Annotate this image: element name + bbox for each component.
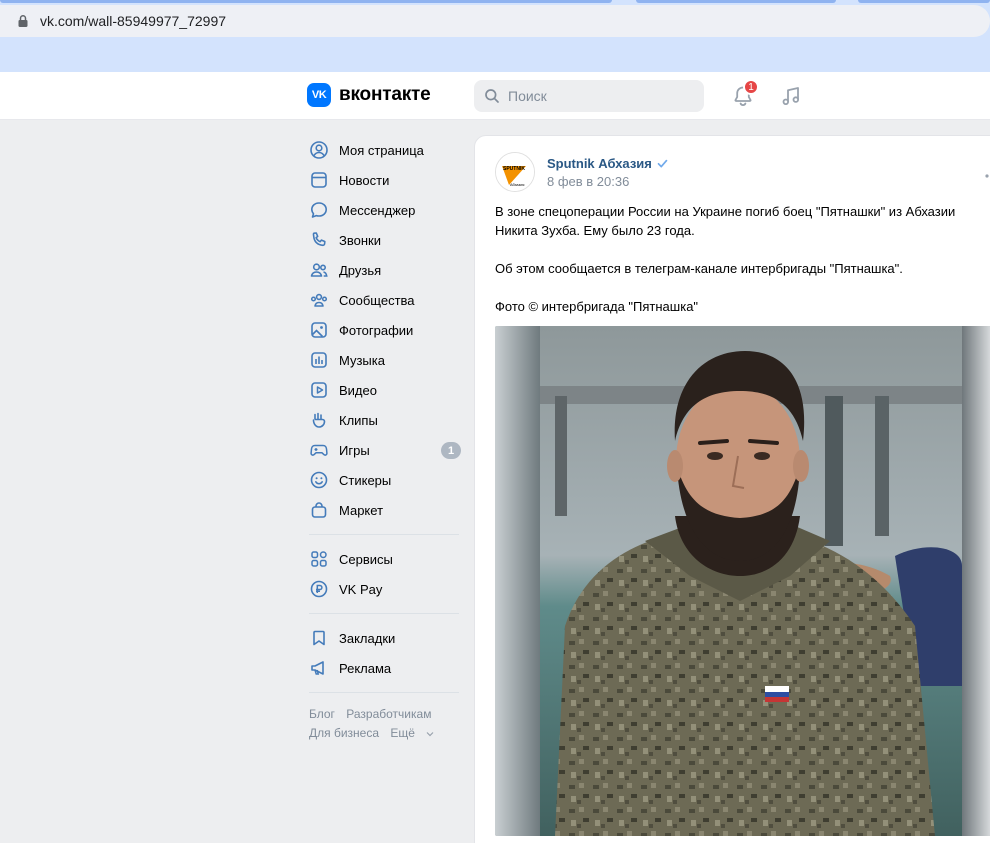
avatar-brand-text: SPUTNIK bbox=[503, 166, 525, 172]
sidebar-item-news[interactable]: Новости bbox=[303, 165, 468, 195]
post-date[interactable]: 8 фев в 20:36 bbox=[547, 174, 629, 189]
soldier-portrait-image bbox=[495, 326, 990, 836]
services-icon bbox=[309, 549, 329, 569]
sidebar-item-friends[interactable]: Друзья bbox=[303, 255, 468, 285]
tab-strip bbox=[0, 0, 990, 3]
footer-more-label: Ещё bbox=[390, 726, 415, 740]
post-paragraph: Фото © интербригада "Пятнашка" bbox=[495, 299, 699, 314]
music-note-icon bbox=[782, 87, 799, 105]
message-icon bbox=[309, 200, 329, 220]
sidebar-item-music[interactable]: Музыка bbox=[303, 345, 468, 375]
notifications-button[interactable]: 1 bbox=[731, 79, 759, 108]
sidebar-item-label: Сервисы bbox=[339, 551, 393, 567]
sidebar-item-ads[interactable]: Реклама bbox=[303, 653, 468, 683]
post-more-icon[interactable] bbox=[984, 166, 990, 182]
footer-link-business[interactable]: Для бизнеса bbox=[309, 726, 379, 740]
sidebar-item-messenger[interactable]: Мессенджер bbox=[303, 195, 468, 225]
sidebar-item-label: Стикеры bbox=[339, 472, 392, 488]
active-tab-edge[interactable] bbox=[0, 0, 612, 3]
lock-icon[interactable] bbox=[16, 14, 30, 28]
address-bar[interactable]: vk.com/wall-85949977_72997 bbox=[0, 5, 990, 37]
sidebar-item-clips[interactable]: Клипы bbox=[303, 405, 468, 435]
chevron-down-icon bbox=[426, 732, 434, 737]
sidebar-item-video[interactable]: Видео bbox=[303, 375, 468, 405]
sidebar-item-games[interactable]: Игры 1 bbox=[303, 435, 468, 465]
communities-icon bbox=[309, 290, 329, 310]
sidebar-item-stickers[interactable]: Стикеры bbox=[303, 465, 468, 495]
smile-icon bbox=[309, 470, 329, 490]
sidebar-item-label: Закладки bbox=[339, 630, 396, 646]
sidebar-item-services[interactable]: Сервисы bbox=[303, 544, 468, 574]
sidebar-item-label: Музыка bbox=[339, 352, 385, 368]
post-paragraph: Об этом сообщается в телеграм-канале инт… bbox=[495, 261, 903, 276]
notifications-badge: 1 bbox=[743, 79, 759, 95]
post-author-name: Sputnik Абхазия bbox=[547, 156, 652, 171]
post-author-link[interactable]: Sputnik Абхазия bbox=[547, 156, 668, 171]
vkpay-icon bbox=[309, 579, 329, 599]
sidebar-item-label: Фотографии bbox=[339, 322, 414, 338]
search-box[interactable] bbox=[474, 80, 704, 112]
vk-logo[interactable]: VK вконтакте bbox=[307, 83, 431, 107]
nav-divider bbox=[309, 613, 459, 614]
bookmarks-bar bbox=[0, 37, 990, 72]
nav-divider bbox=[309, 534, 459, 535]
sidebar-item-vk-pay[interactable]: VK Pay bbox=[303, 574, 468, 604]
sidebar-item-label: Маркет bbox=[339, 502, 384, 518]
footer-links: Блог Разработчикам Для бизнеса Ещё bbox=[303, 705, 468, 743]
sidebar-item-label: VK Pay bbox=[339, 581, 383, 597]
sidebar-item-label: Реклама bbox=[339, 660, 392, 676]
community-avatar[interactable]: SPUTNIK Абхазия bbox=[495, 152, 535, 192]
video-icon bbox=[309, 380, 329, 400]
browser-chrome: vk.com/wall-85949977_72997 bbox=[0, 0, 990, 72]
post-paragraph: В зоне спецоперации России на Украине по… bbox=[495, 204, 956, 238]
sidebar-item-label: Видео bbox=[339, 382, 377, 398]
tab-edge[interactable] bbox=[636, 0, 836, 3]
sidebar-item-label: Моя страница bbox=[339, 142, 424, 158]
games-icon bbox=[309, 440, 329, 460]
sidebar-item-label: Друзья bbox=[339, 262, 382, 278]
nav-divider bbox=[309, 692, 459, 693]
sidebar-item-communities[interactable]: Сообщества bbox=[303, 285, 468, 315]
sidebar-item-label: Игры bbox=[339, 442, 370, 458]
post-text: В зоне спецоперации России на Украине по… bbox=[495, 202, 990, 335]
vk-logo-text: вконтакте bbox=[339, 84, 431, 105]
sidebar-item-label: Звонки bbox=[339, 232, 381, 248]
user-icon bbox=[309, 140, 329, 160]
footer-link-developers[interactable]: Разработчикам bbox=[346, 707, 431, 721]
sidebar-item-calls[interactable]: Звонки bbox=[303, 225, 468, 255]
vk-header: VK вконтакте 1 bbox=[0, 72, 990, 120]
friends-icon bbox=[309, 260, 329, 280]
sputnik-logo-icon: SPUTNIK Абхазия bbox=[496, 153, 534, 191]
newsfeed-icon bbox=[309, 170, 329, 190]
sidebar-item-bookmarks[interactable]: Закладки bbox=[303, 623, 468, 653]
wall-post: SPUTNIK Абхазия Sputnik Абхазия 8 фев в … bbox=[474, 135, 990, 843]
verified-check-icon bbox=[657, 159, 668, 168]
sidebar-item-label: Клипы bbox=[339, 412, 378, 428]
sidebar-item-my-page[interactable]: Моя страница bbox=[303, 135, 468, 165]
search-input[interactable] bbox=[508, 88, 688, 104]
market-icon bbox=[309, 500, 329, 520]
megaphone-icon bbox=[309, 658, 329, 678]
sidebar-item-photos[interactable]: Фотографии bbox=[303, 315, 468, 345]
music-icon bbox=[309, 350, 329, 370]
sidebar-item-market[interactable]: Маркет bbox=[303, 495, 468, 525]
avatar-sub-text: Абхазия bbox=[510, 183, 524, 187]
footer-link-more[interactable]: Ещё bbox=[390, 726, 434, 740]
games-counter-badge: 1 bbox=[441, 442, 461, 459]
bookmark-icon bbox=[309, 628, 329, 648]
post-photo[interactable] bbox=[495, 326, 990, 836]
footer-link-blog[interactable]: Блог bbox=[309, 707, 335, 721]
sidebar-item-label: Мессенджер bbox=[339, 202, 416, 218]
sidebar-item-label: Сообщества bbox=[339, 292, 415, 308]
vk-logo-icon: VK bbox=[307, 83, 331, 107]
url-text[interactable]: vk.com/wall-85949977_72997 bbox=[40, 13, 226, 29]
phone-icon bbox=[309, 230, 329, 250]
sidebar-item-label: Новости bbox=[339, 172, 390, 188]
search-icon bbox=[485, 89, 499, 103]
music-player-button[interactable] bbox=[779, 84, 803, 108]
clips-icon bbox=[309, 410, 329, 430]
photo-icon bbox=[309, 320, 329, 340]
tab-edge[interactable] bbox=[858, 0, 990, 3]
left-nav: Моя страница Новости Мессенджер Звонки Д… bbox=[303, 135, 468, 743]
